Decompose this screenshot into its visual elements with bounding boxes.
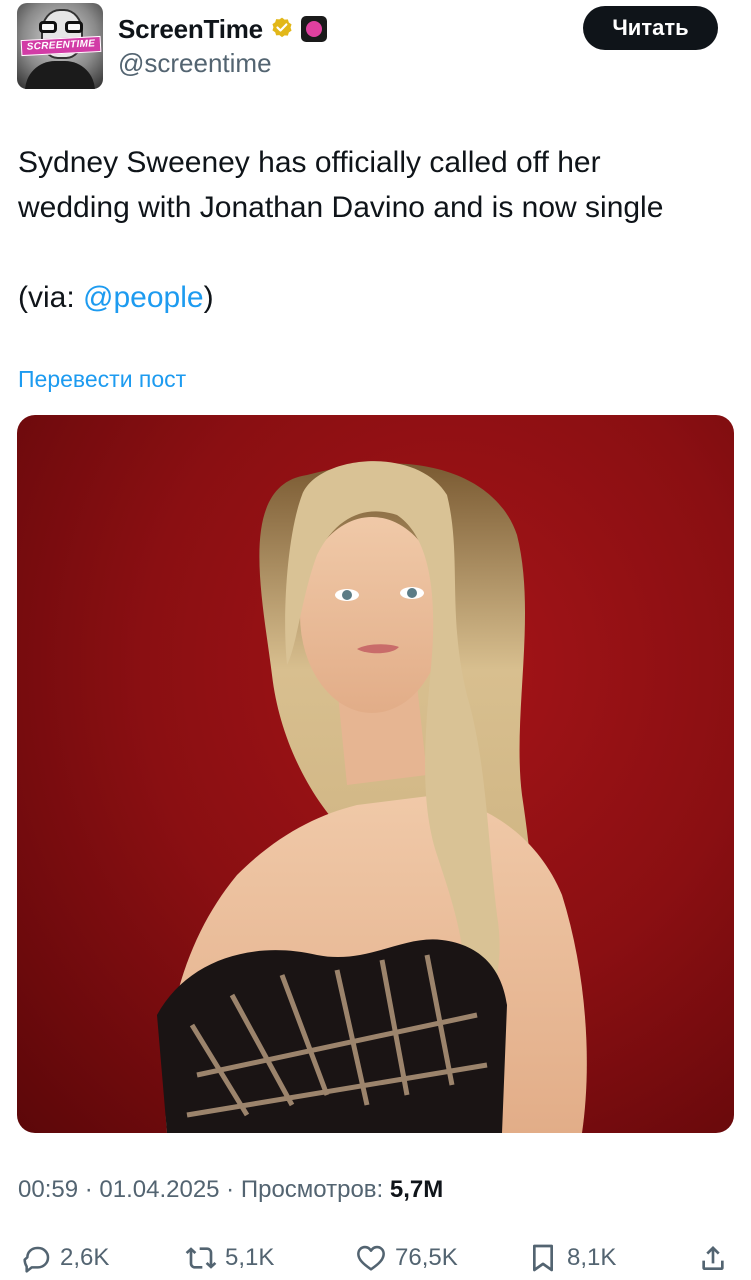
share-button[interactable]	[697, 1236, 729, 1280]
tweet-text: Sydney Sweeney has officially called off…	[18, 140, 738, 320]
name-row: ScreenTime	[118, 12, 327, 46]
repost-button[interactable]: 5,1K	[185, 1236, 274, 1280]
timestamp-date[interactable]: 01.04.2025	[99, 1176, 219, 1203]
repost-count: 5,1K	[225, 1244, 275, 1271]
via-prefix: (via:	[18, 281, 84, 314]
photo-portrait	[157, 461, 587, 1133]
bookmark-icon	[533, 1244, 553, 1272]
via-line: (via: @people)	[18, 275, 738, 320]
avatar-suit	[25, 61, 95, 89]
verified-badge-icon[interactable]	[269, 16, 295, 42]
bookmark-button[interactable]: 8,1K	[527, 1236, 616, 1280]
timestamp-time[interactable]: 00:59	[18, 1176, 78, 1203]
tweet-text-line: Sydney Sweeney has officially called off…	[18, 146, 601, 179]
avatar-glasses	[39, 21, 83, 33]
via-suffix: )	[203, 281, 214, 314]
action-bar: 2,6K 5,1K 76,5K 8,1K	[0, 1236, 751, 1280]
avatar[interactable]: SCREENTIME	[17, 3, 103, 89]
like-count: 76,5K	[395, 1244, 458, 1271]
affiliate-badge-icon[interactable]	[300, 16, 327, 42]
translate-link[interactable]: Перевести пост	[18, 366, 186, 393]
mention-link[interactable]: @people	[83, 281, 204, 314]
bookmark-count: 8,1K	[567, 1244, 617, 1271]
dress	[157, 939, 507, 1133]
heart-icon	[357, 1245, 385, 1271]
views-count: 5,7M	[389, 1176, 444, 1203]
tweet-photo[interactable]	[17, 415, 734, 1133]
tweet-meta: 00:59 · 01.04.2025 · Просмотров: 5,7M	[18, 1176, 443, 1204]
follow-button[interactable]: Читать	[583, 6, 718, 50]
handle[interactable]: @screentime	[118, 48, 272, 79]
share-icon	[702, 1246, 724, 1270]
reply-icon	[23, 1246, 50, 1273]
like-button[interactable]: 76,5K	[355, 1236, 458, 1280]
repost-icon	[185, 1247, 217, 1269]
tweet-text-line: wedding with Jonathan Davino and is now …	[18, 191, 664, 224]
views-label: Просмотров:	[240, 1176, 390, 1203]
reply-button[interactable]: 2,6K	[20, 1236, 109, 1280]
meta-separator: ·	[78, 1176, 100, 1203]
reply-count: 2,6K	[60, 1244, 110, 1271]
meta-separator: ·	[219, 1176, 241, 1203]
avatar-label: SCREENTIME	[20, 35, 102, 57]
display-name[interactable]: ScreenTime	[118, 14, 263, 45]
